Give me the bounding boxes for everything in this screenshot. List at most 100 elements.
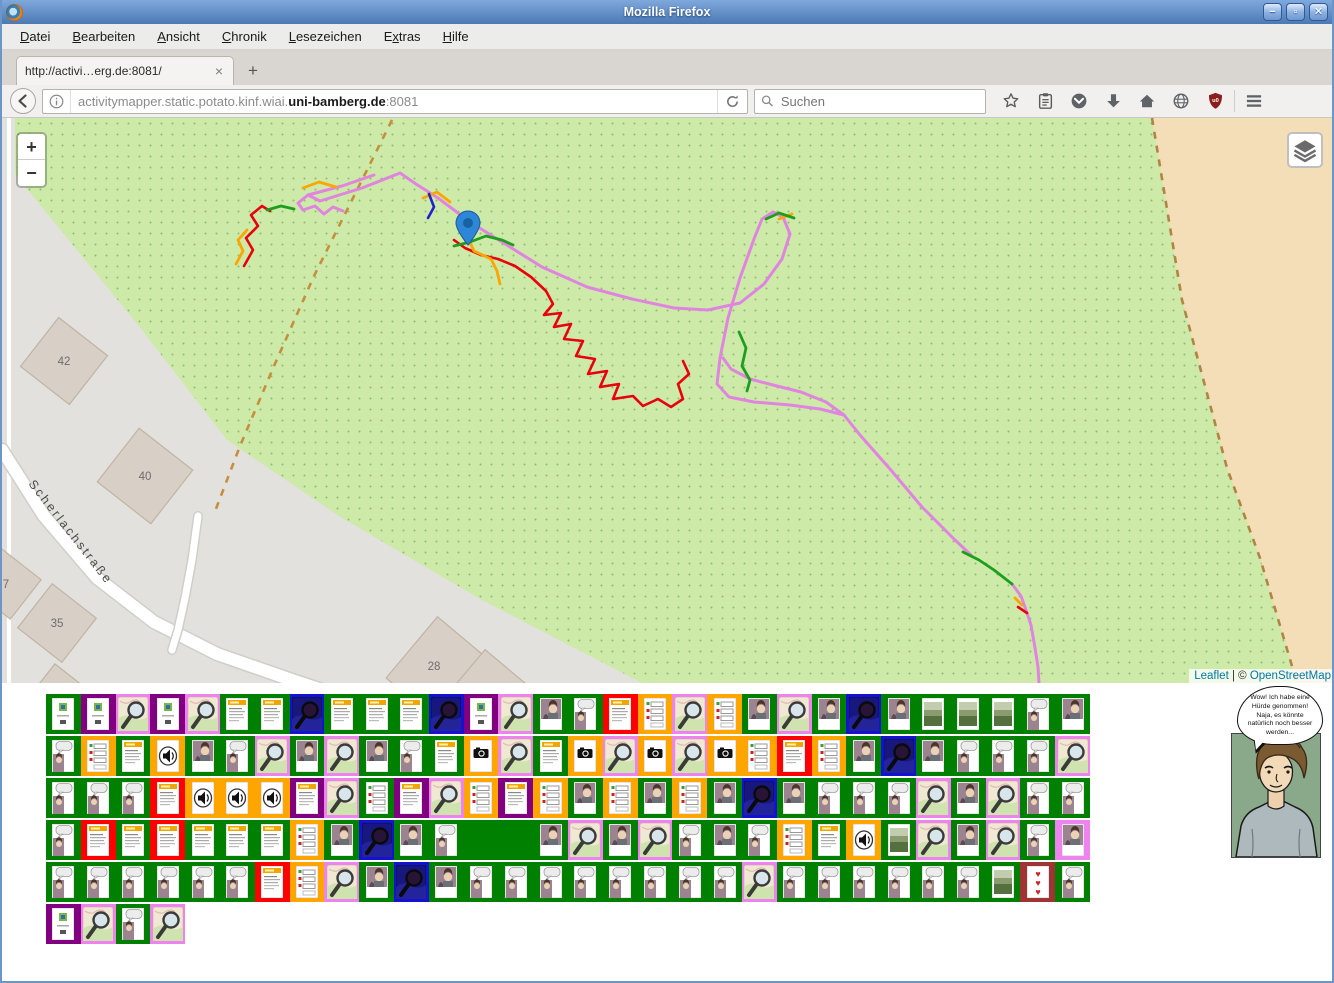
timeline-tile-hearts[interactable]: ♥♥♥: [1020, 862, 1055, 902]
timeline-tile-doc[interactable]: [220, 820, 255, 860]
timeline-tile-map[interactable]: [324, 862, 359, 902]
timeline-tile-comic[interactable]: [150, 862, 185, 902]
menu-item-extras[interactable]: Extras: [374, 26, 431, 47]
url-bar[interactable]: activitymapper.static.potato.kinf.wiai.u…: [42, 89, 748, 114]
timeline-tile-empty[interactable]: [464, 820, 499, 860]
reading-list-icon[interactable]: [1030, 88, 1060, 114]
timeline-tile-check[interactable]: [290, 862, 325, 902]
back-button[interactable]: [10, 88, 36, 114]
timeline-tile-photo[interactable]: [881, 820, 916, 860]
timeline-tile-speaker[interactable]: [846, 820, 881, 860]
timeline-tile-mapdark[interactable]: [290, 694, 325, 734]
info-icon[interactable]: [43, 90, 71, 113]
timeline-tile-doc[interactable]: [290, 778, 325, 818]
timeline-tile-portrait[interactable]: [742, 694, 777, 734]
timeline-tile-doc[interactable]: [812, 820, 847, 860]
timeline-tile-portrait[interactable]: [533, 694, 568, 734]
menu-hamburger-icon[interactable]: [1239, 88, 1269, 114]
timeline-tile-doc[interactable]: [359, 694, 394, 734]
timeline-tile-map[interactable]: [324, 778, 359, 818]
timeline-tile-doc[interactable]: [603, 694, 638, 734]
timeline-tile-comic[interactable]: [916, 862, 951, 902]
timeline-tile-portrait[interactable]: [429, 862, 464, 902]
menu-item-ansicht[interactable]: Ansicht: [147, 26, 210, 47]
timeline-tile-check[interactable]: [81, 736, 116, 776]
timeline-tile-mapdark[interactable]: [881, 736, 916, 776]
timeline-tile-comic[interactable]: [603, 862, 638, 902]
menu-item-lesezeichen[interactable]: Lesezeichen: [279, 26, 372, 47]
menu-item-hilfe[interactable]: Hilfe: [433, 26, 479, 47]
timeline-tile-comic[interactable]: [951, 736, 986, 776]
timeline-tile-map[interactable]: [185, 694, 220, 734]
timeline-tile-comic[interactable]: [638, 862, 673, 902]
timeline-tile-camera[interactable]: [707, 736, 742, 776]
timeline-tile-comic[interactable]: [812, 862, 847, 902]
timeline-tile-comic[interactable]: [672, 820, 707, 860]
minimize-button[interactable]: −: [1263, 3, 1282, 21]
close-button[interactable]: ✕: [1309, 3, 1328, 21]
timeline-tile-portrait[interactable]: [812, 694, 847, 734]
timeline-tile-map[interactable]: [498, 694, 533, 734]
timeline-tile-comic[interactable]: [951, 862, 986, 902]
timeline-tile-photo[interactable]: [916, 694, 951, 734]
timeline-tile-comic[interactable]: [777, 862, 812, 902]
timeline-tile-mapdark[interactable]: [742, 778, 777, 818]
timeline-tile-doc[interactable]: [777, 736, 812, 776]
timeline-tile-check[interactable]: [777, 820, 812, 860]
timeline-tile-comic[interactable]: [1020, 736, 1055, 776]
timeline-tile-check[interactable]: [603, 778, 638, 818]
timeline-tile-check[interactable]: [672, 778, 707, 818]
timeline-tile-map[interactable]: [777, 694, 812, 734]
timeline-tile-comic[interactable]: [429, 820, 464, 860]
timeline-tile-comic[interactable]: [986, 736, 1021, 776]
timeline-tile-portrait[interactable]: [638, 778, 673, 818]
timeline-tile-photo[interactable]: [986, 694, 1021, 734]
timeline-tile-portrait[interactable]: [290, 736, 325, 776]
timeline-tile-map[interactable]: [324, 736, 359, 776]
addon-globe-icon[interactable]: [1166, 88, 1196, 114]
timeline-tile-map[interactable]: [986, 820, 1021, 860]
timeline-tile-map[interactable]: [116, 694, 151, 734]
timeline-tile-comic[interactable]: [116, 862, 151, 902]
timeline-tile-comic[interactable]: [1020, 694, 1055, 734]
timeline-tile-map[interactable]: [916, 778, 951, 818]
search-bar[interactable]: [754, 89, 986, 114]
timeline-tile-check[interactable]: [638, 694, 673, 734]
timeline-tile-map[interactable]: [603, 736, 638, 776]
timeline-tile-camera[interactable]: [464, 736, 499, 776]
timeline-tile-map[interactable]: [986, 778, 1021, 818]
timeline-tile-portrait[interactable]: [846, 736, 881, 776]
timeline-tile-app[interactable]: [150, 694, 185, 734]
timeline-tile-portrait[interactable]: [1055, 694, 1090, 734]
timeline-tile-comic[interactable]: [220, 862, 255, 902]
menu-item-bearbeiten[interactable]: Bearbeiten: [62, 26, 145, 47]
layers-control-button[interactable]: [1287, 132, 1323, 168]
timeline-tile-map[interactable]: [916, 820, 951, 860]
timeline-tile-portrait[interactable]: [603, 820, 638, 860]
timeline-tile-portrait[interactable]: [568, 778, 603, 818]
timeline-tile-portrait[interactable]: [707, 778, 742, 818]
timeline-tile-doc[interactable]: [150, 778, 185, 818]
search-input[interactable]: [779, 93, 979, 110]
timeline-tile-app[interactable]: [464, 694, 499, 734]
timeline-tile-doc[interactable]: [116, 820, 151, 860]
timeline-tile-comic[interactable]: [707, 862, 742, 902]
ublock-shield-icon[interactable]: u0: [1200, 88, 1230, 114]
timeline-tile-portrait[interactable]: [777, 778, 812, 818]
timeline-tile-map[interactable]: [568, 820, 603, 860]
timeline-tile-photo[interactable]: [986, 862, 1021, 902]
timeline-tile-comic[interactable]: [846, 862, 881, 902]
timeline-tile-portrait[interactable]: [951, 778, 986, 818]
timeline-tile-comic[interactable]: [1055, 778, 1090, 818]
reload-button[interactable]: [717, 90, 747, 113]
timeline-tile-doc[interactable]: [394, 694, 429, 734]
timeline-tile-comic[interactable]: [742, 820, 777, 860]
timeline-tile-portrait[interactable]: [881, 694, 916, 734]
timeline-tile-camera[interactable]: [638, 736, 673, 776]
timeline-tile-comic[interactable]: [498, 862, 533, 902]
timeline-tile-portrait[interactable]: [1055, 820, 1090, 860]
timeline-tile-doc[interactable]: [429, 736, 464, 776]
timeline-tile-comic[interactable]: [812, 778, 847, 818]
timeline-tile-portrait[interactable]: [394, 820, 429, 860]
timeline-tile-portrait[interactable]: [951, 820, 986, 860]
